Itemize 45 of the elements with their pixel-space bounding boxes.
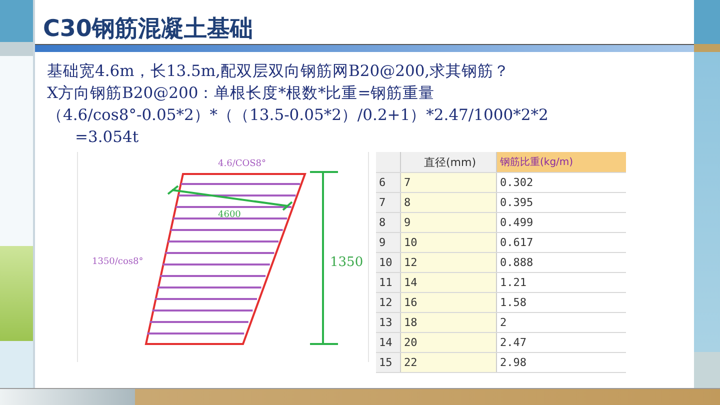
row-number: 11 — [376, 273, 400, 292]
table-cell: 0.302 — [496, 173, 626, 192]
column-header: 钢筋比重(kg/m) — [496, 152, 626, 172]
slide-title: C30钢筋混凝土基础 — [43, 16, 253, 44]
row-number: 10 — [376, 253, 400, 272]
dimension-label: 4.6/COS8° — [218, 159, 266, 169]
table-cell: 16 — [400, 293, 496, 312]
row-number: 15 — [376, 353, 400, 372]
dimension-label: 1350/cos8° — [92, 257, 144, 267]
table-cell: 0.617 — [496, 233, 626, 252]
table-cell: 9 — [400, 213, 496, 232]
table-cell: 2.98 — [496, 353, 626, 372]
row-number: 13 — [376, 313, 400, 332]
table-cell: 18 — [400, 313, 496, 332]
table-cell: 1.58 — [496, 293, 626, 312]
corner-block — [0, 0, 33, 42]
column-header: 直径(mm) — [400, 152, 496, 172]
text-line: =3.054t — [74, 127, 140, 148]
row-number: 9 — [376, 233, 400, 252]
table-cell: 14 — [400, 273, 496, 292]
dimension-label: 1350 — [330, 255, 364, 270]
table-cell: 7 — [400, 173, 496, 192]
row-number: 14 — [376, 333, 400, 352]
text-line: X方向钢筋B20@200：单根长度*根数*比重=钢筋重量 — [47, 83, 436, 104]
row-number: 6 — [376, 173, 400, 192]
corner-block — [694, 0, 720, 44]
accent-strip — [694, 44, 720, 52]
table-cell: 2 — [496, 313, 626, 332]
table-cell: 20 — [400, 333, 496, 352]
row-number: 8 — [376, 213, 400, 232]
table-cell: 0.499 — [496, 213, 626, 232]
text-line: （4.6/cos8°-0.05*2）*（（13.5-0.05*2）/0.2+1）*2.47/1000*2*2 — [47, 105, 550, 126]
row-number: 7 — [376, 193, 400, 212]
table-cell: 1.21 — [496, 273, 626, 292]
table-cell: 0.888 — [496, 253, 626, 272]
text-line: 基础宽4.6m，长13.5m,配双层双向钢筋网B20@200,求其钢筋？ — [47, 61, 511, 82]
corner-cell — [376, 152, 400, 172]
table-cell: 0.395 — [496, 193, 626, 212]
row-number: 12 — [376, 293, 400, 312]
table-cell: 22 — [400, 353, 496, 372]
table-cell: 8 — [400, 193, 496, 212]
table-cell: 2.47 — [496, 333, 626, 352]
table-cell: 10 — [400, 233, 496, 252]
table-cell: 12 — [400, 253, 496, 272]
dimension-label: 4600 — [218, 210, 241, 220]
